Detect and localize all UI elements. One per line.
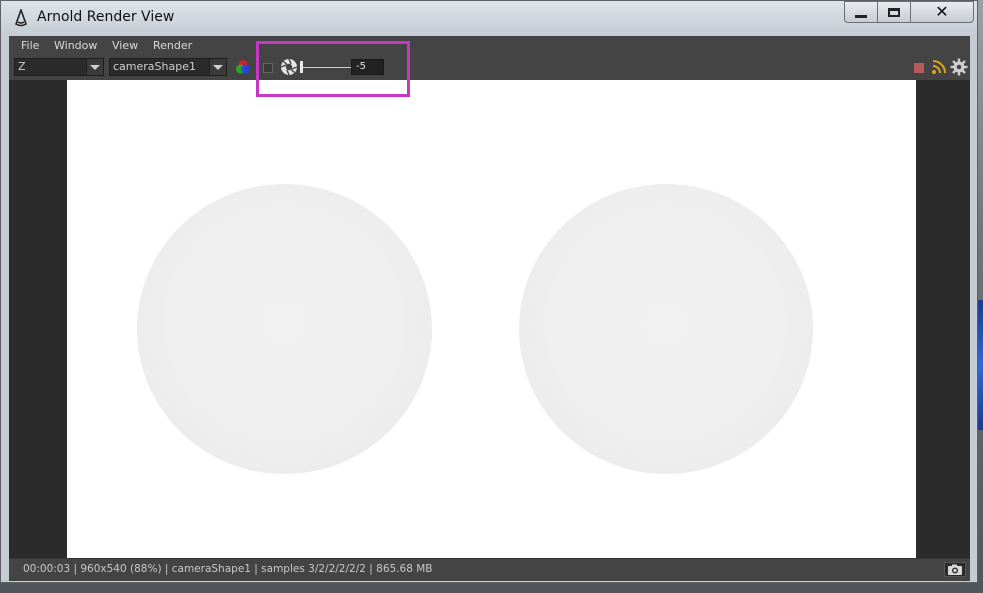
- gear-icon[interactable]: [950, 58, 968, 76]
- rendered-sphere-left: [137, 184, 432, 474]
- maximize-icon: [888, 7, 900, 17]
- camera-select[interactable]: cameraShape1: [109, 58, 227, 76]
- client-area: File Window View Render Z cameraShape1 -…: [9, 36, 970, 581]
- channel-select[interactable]: Z: [14, 58, 104, 76]
- render-image[interactable]: [67, 80, 916, 558]
- exposure-slider-track: [301, 67, 351, 68]
- chevron-down-icon[interactable]: [209, 59, 226, 75]
- camera-select-value: cameraShape1: [113, 60, 196, 73]
- exposure-input[interactable]: -5: [351, 59, 384, 75]
- camera-icon[interactable]: [944, 562, 966, 577]
- menu-view[interactable]: View: [112, 39, 138, 52]
- status-text: 00:00:03 | 960x540 (88%) | cameraShape1 …: [23, 563, 433, 575]
- arnold-render-view-window: Arnold Render View ✕ File Window View Re…: [0, 0, 978, 583]
- menu-file[interactable]: File: [21, 39, 39, 52]
- render-viewport[interactable]: [9, 80, 970, 558]
- minimize-button[interactable]: [844, 1, 878, 23]
- stop-icon[interactable]: [914, 63, 924, 73]
- close-button[interactable]: ✕: [910, 1, 974, 23]
- menu-window[interactable]: Window: [54, 39, 97, 52]
- channel-select-value: Z: [18, 60, 26, 73]
- menu-render[interactable]: Render: [153, 39, 192, 52]
- aperture-icon[interactable]: [280, 58, 298, 76]
- status-bar: 00:00:03 | 960x540 (88%) | cameraShape1 …: [9, 558, 970, 581]
- menu-bar: File Window View Render: [9, 36, 970, 56]
- exposure-slider-handle[interactable]: [300, 61, 303, 73]
- color-wheel-icon[interactable]: [235, 59, 251, 75]
- rendered-sphere-right: [519, 184, 813, 474]
- title-bar[interactable]: Arnold Render View ✕: [1, 1, 977, 35]
- ipr-feed-icon[interactable]: [931, 59, 947, 75]
- maximize-button[interactable]: [877, 1, 911, 23]
- region-icon[interactable]: [263, 63, 273, 73]
- close-icon: ✕: [935, 2, 949, 21]
- exposure-slider[interactable]: [299, 58, 351, 76]
- arnold-logo-icon: [15, 9, 27, 27]
- chevron-down-icon[interactable]: [86, 59, 103, 75]
- toolbar: Z cameraShape1 -5: [9, 56, 970, 80]
- window-title: Arnold Render View: [37, 9, 175, 25]
- minimize-icon: [855, 14, 867, 18]
